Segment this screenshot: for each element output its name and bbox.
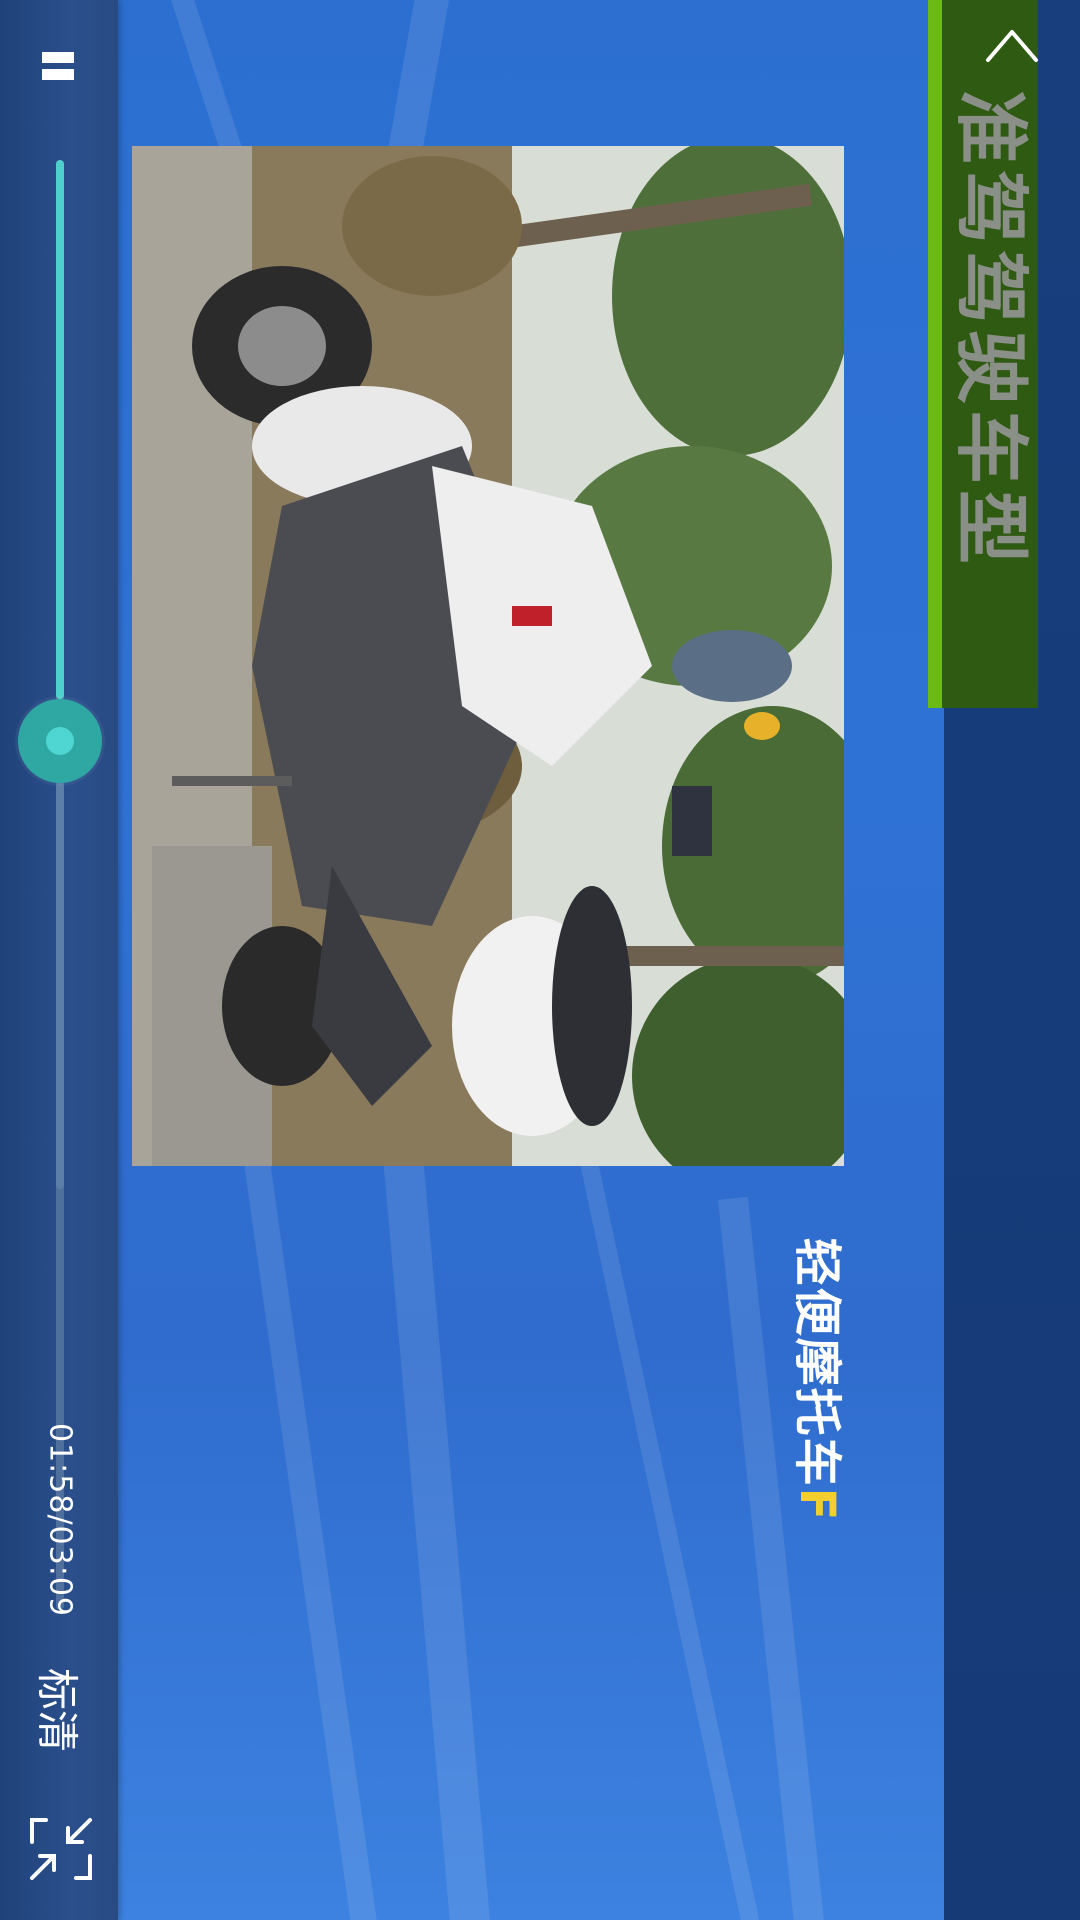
vehicle-photo: [132, 146, 844, 1166]
pause-button[interactable]: [40, 48, 76, 84]
page-title: 准驾驾驶车型: [947, 90, 1034, 570]
vehicle-class-code: F: [789, 1487, 845, 1523]
vehicle-name: 轻便摩托车: [789, 1237, 845, 1488]
vehicle-caption: 轻便摩托车F: [787, 1238, 857, 1523]
seek-bar-progress: [56, 160, 64, 699]
pause-icon: [42, 52, 74, 80]
quality-selector-button[interactable]: 标清: [30, 1668, 91, 1752]
exit-fullscreen-icon: [30, 1818, 92, 1880]
chevron-back-icon: [986, 30, 1038, 62]
back-button[interactable]: [982, 22, 1042, 66]
seek-bar-buffered: [56, 783, 64, 1189]
player-control-bar: 01:58/03:09 标清: [0, 0, 118, 1920]
exit-fullscreen-button[interactable]: [24, 1812, 98, 1886]
title-banner: 准驾驾驶车型: [928, 0, 1038, 708]
video-player-screen: 准驾驾驶车型 轻便摩托车F 01:58/03:09 标清: [0, 0, 1080, 1920]
seek-bar-thumb[interactable]: [18, 699, 102, 783]
time-readout: 01:58/03:09: [42, 1422, 78, 1618]
